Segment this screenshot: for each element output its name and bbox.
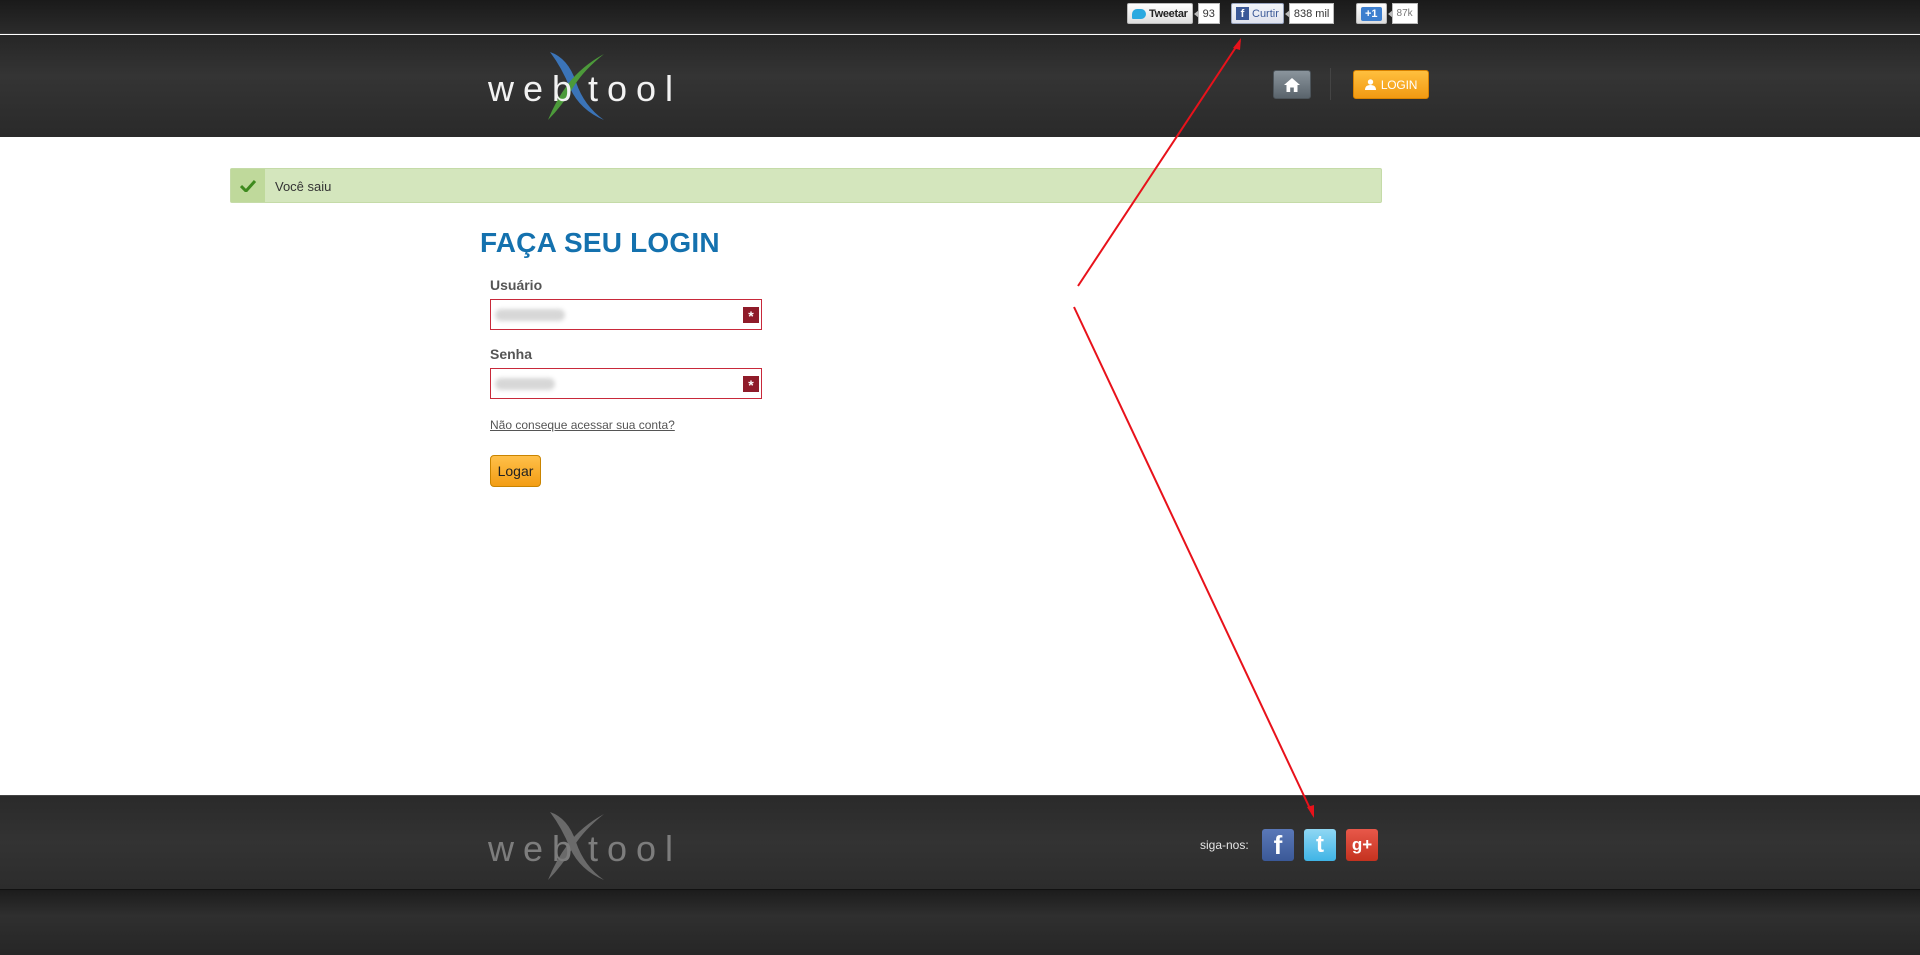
follow-us-label: siga-nos:	[1200, 838, 1249, 852]
gplus-button[interactable]: +1	[1356, 3, 1387, 24]
footer-logo: web tool webxtool	[488, 808, 678, 882]
forgot-account-link[interactable]: Não conseque acessar sua conta?	[490, 418, 675, 432]
submit-login-button[interactable]: Logar	[490, 455, 541, 487]
checkmark-icon	[240, 179, 256, 192]
tweet-widget: Tweetar 93	[1127, 3, 1220, 24]
annotation-arrow-down	[1073, 306, 1314, 816]
facebook-like-label: Curtir	[1252, 7, 1279, 20]
gplus-count: 87k	[1387, 3, 1418, 24]
social-share-bar: Tweetar 93 f Curtir 838 mil +1 87k	[0, 0, 1920, 34]
user-icon	[1364, 79, 1376, 90]
alert-message: Você saiu	[275, 179, 332, 194]
logo-text-web: web	[488, 68, 582, 109]
password-redacted-value	[495, 378, 555, 390]
facebook-like-widget: f Curtir 838 mil	[1231, 3, 1335, 24]
footer-logo-text-web: web	[488, 828, 582, 869]
username-redacted-value	[495, 309, 565, 321]
footer-logo-text-tool: tool	[588, 828, 683, 869]
twitter-bird-icon	[1132, 8, 1146, 19]
home-icon	[1284, 77, 1300, 92]
password-input[interactable]: *	[490, 368, 762, 399]
alert-icon-box	[231, 169, 265, 202]
page: Tweetar 93 f Curtir 838 mil +1 87k web t…	[0, 0, 1920, 955]
password-label: Senha	[490, 346, 533, 362]
tweet-button[interactable]: Tweetar	[1127, 3, 1193, 24]
site-footer	[0, 795, 1920, 889]
site-header	[0, 35, 1920, 137]
gplus-label: +1	[1361, 6, 1382, 21]
gplus-follow-icon[interactable]: g+	[1346, 829, 1378, 861]
login-title: FAÇA SEU LOGIN	[480, 227, 720, 258]
required-icon: *	[743, 307, 759, 324]
home-button[interactable]	[1273, 70, 1311, 99]
username-label: Usuário	[490, 277, 543, 293]
facebook-like-button[interactable]: f Curtir	[1231, 3, 1284, 24]
facebook-like-count: 838 mil	[1284, 3, 1335, 24]
facebook-follow-icon[interactable]: f	[1262, 829, 1294, 861]
logo-text-tool: tool	[588, 68, 683, 109]
tweet-label: Tweetar	[1149, 7, 1188, 20]
facebook-icon: f	[1236, 7, 1249, 20]
required-icon: *	[743, 376, 759, 393]
header-divider	[1330, 68, 1331, 100]
logout-alert: Você saiu	[230, 168, 1382, 203]
username-input[interactable]: *	[490, 299, 762, 330]
footer-bottom-bar	[0, 889, 1920, 955]
gplus-widget: +1 87k	[1356, 3, 1418, 24]
tweet-count: 93	[1193, 3, 1220, 24]
twitter-follow-icon[interactable]: t	[1304, 829, 1336, 861]
webxtool-logo[interactable]: web tool webxtool	[488, 48, 678, 122]
header-login-label: LOGIN	[1380, 77, 1418, 92]
header-login-button[interactable]: LOGIN	[1353, 70, 1429, 99]
